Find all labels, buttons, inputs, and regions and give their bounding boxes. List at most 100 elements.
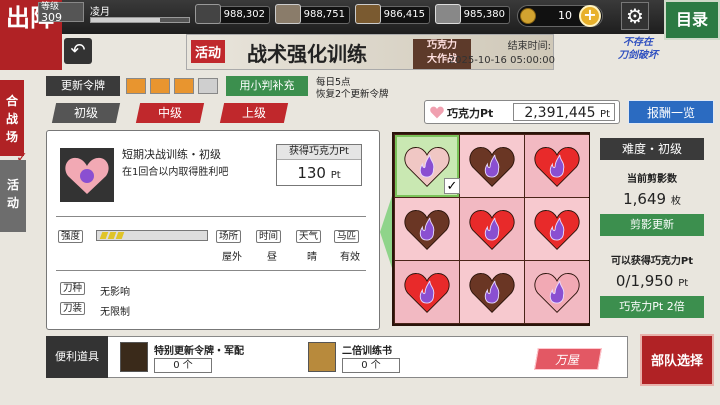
- add-coin-button[interactable]: +: [579, 5, 601, 27]
- back-button[interactable]: ↶: [64, 38, 92, 64]
- mission-heart-image: [60, 148, 114, 202]
- tab-event-label: 活动: [6, 178, 19, 210]
- resource-charcoal: 988,302: [195, 4, 270, 24]
- refresh-token-label: 更新令牌: [46, 76, 120, 96]
- item1-count-unit: 个: [182, 360, 193, 371]
- event-banner: 活动 战术强化训练 巧克力 大作战 结束时间: 2025-10-16 05:00…: [186, 34, 555, 70]
- cut-count-label: 当前剪影数: [627, 174, 677, 185]
- heart-icon: [534, 273, 580, 313]
- cut-count-unit: 枚: [670, 196, 681, 207]
- token-empty-icon: [198, 78, 218, 94]
- heart-icon: [534, 147, 580, 187]
- mission-description: 在1回合以内取得胜利吧: [122, 167, 229, 178]
- obtainable-unit: Pt: [678, 278, 689, 289]
- resource-tamahagane: 988,751: [275, 4, 350, 24]
- resource-value: 986,415: [383, 9, 425, 20]
- condition-value-location: 屋外: [222, 252, 242, 263]
- heart-icon: [404, 210, 450, 250]
- selected-check-icon: ✓: [444, 178, 460, 194]
- refill-with-koban-button[interactable]: 用小判补充: [226, 76, 308, 96]
- team-select-button[interactable]: 部队选择: [640, 334, 714, 386]
- grid-cell-brown[interactable]: [395, 198, 459, 260]
- divider: [56, 216, 366, 217]
- item2-count-number: 0: [361, 360, 368, 371]
- tab-event[interactable]: 活动: [0, 160, 26, 232]
- level-box: 等级 309: [38, 2, 84, 24]
- coin-counter: 10 +: [517, 5, 603, 27]
- condition-value-time: 昼: [267, 252, 277, 263]
- menu-button[interactable]: 目录: [664, 0, 720, 40]
- badge-line1: 巧克力: [427, 40, 457, 51]
- tab-beginner[interactable]: 初级: [51, 103, 121, 123]
- reward-points-number: 130: [297, 164, 326, 182]
- item-bar-label: 便利道具: [46, 336, 108, 378]
- special-token-item-icon[interactable]: [120, 342, 148, 372]
- heart-icon: [469, 210, 515, 250]
- gear-icon[interactable]: ⚙: [621, 2, 649, 30]
- tab-label: 中级: [157, 106, 182, 120]
- no-sword-break-logo: 不存在 刀剑破坏: [602, 36, 674, 70]
- refresh-note: 恢复2个更新令牌: [316, 89, 389, 100]
- grid-cell-red[interactable]: [395, 261, 459, 323]
- points-unit: Pt: [600, 109, 610, 120]
- reward-points-unit: Pt: [330, 170, 341, 181]
- logo-line1: 不存在: [623, 37, 653, 48]
- whetstone-icon: [435, 4, 461, 24]
- grid-cell-pink[interactable]: [525, 261, 589, 323]
- obtainable-value: 0/1,950 Pt: [600, 272, 704, 290]
- double-training-book-icon[interactable]: [308, 342, 336, 372]
- token-icon: [150, 78, 170, 94]
- tamahagane-icon: [275, 4, 301, 24]
- condition-value-weather: 晴: [307, 252, 317, 263]
- item1-count-number: 0: [173, 360, 180, 371]
- heart-icon: [469, 273, 515, 313]
- shop-button[interactable]: 万屋: [534, 348, 602, 370]
- equipment-label: 刀装: [60, 302, 86, 315]
- level-value: 309: [41, 11, 62, 24]
- token-icon: [126, 78, 146, 94]
- tab-intermediate[interactable]: 中级: [135, 103, 205, 123]
- sword-type-value: 无影响: [100, 287, 130, 298]
- heart-icon: [469, 147, 515, 187]
- coin-icon: [520, 8, 536, 24]
- reward-list-button[interactable]: 报酬一览: [628, 100, 714, 124]
- cut-count-value: 1,649 枚: [600, 190, 704, 208]
- grid-cell-red[interactable]: [525, 135, 589, 197]
- tab-label: 初级: [73, 106, 98, 120]
- tab-advanced[interactable]: 上级: [219, 103, 289, 123]
- back-arrow-icon: ↶: [70, 40, 86, 61]
- double-points-button[interactable]: 巧克力Pt 2倍: [600, 296, 704, 318]
- logo-line2: 刀剑破坏: [618, 50, 658, 61]
- strength-bar: [96, 230, 208, 241]
- points-number: 2,391,445: [524, 105, 596, 121]
- grid-cell-brown[interactable]: [460, 261, 524, 323]
- exp-bar: [90, 17, 190, 23]
- tab-coliseum[interactable]: 合战场: [0, 80, 26, 156]
- token-icon: [174, 78, 194, 94]
- end-time: 2025-10-16 05:00:00: [448, 55, 555, 66]
- charcoal-icon: [195, 4, 221, 24]
- cooling-material-icon: [355, 4, 381, 24]
- condition-label-time: 时间: [256, 230, 282, 243]
- difficulty-label: 难度・初级: [600, 138, 704, 160]
- chocolate-points-box: 巧克力Pt 2,391,445 Pt: [424, 100, 620, 124]
- banner-tag: 活动: [191, 40, 226, 63]
- obtainable-label: 可以获得巧克力Pt: [610, 256, 694, 267]
- grid-cell-red[interactable]: [525, 198, 589, 260]
- tab-coliseum-label: 合战场: [5, 94, 18, 144]
- strength-label: 强度: [58, 230, 84, 243]
- refresh-silhouette-button[interactable]: 剪影更新: [600, 214, 704, 236]
- resource-value: 988,302: [223, 9, 265, 20]
- item1-count: 0 个: [154, 358, 212, 373]
- resource-value: 988,751: [303, 9, 345, 20]
- mission-name: 短期决战训练・初级: [122, 148, 221, 161]
- resource-cooling: 986,415: [355, 4, 430, 24]
- player-name: 凌月: [90, 7, 110, 18]
- condition-label-location: 场所: [216, 230, 242, 243]
- grid-cell-red[interactable]: [460, 198, 524, 260]
- banner-title: 战术强化训练: [247, 42, 367, 66]
- cut-count-number: 1,649: [623, 190, 667, 208]
- item2-name: 二倍训练书: [342, 346, 392, 357]
- condition-label-weather: 天气: [296, 230, 322, 243]
- grid-cell-brown[interactable]: [460, 135, 524, 197]
